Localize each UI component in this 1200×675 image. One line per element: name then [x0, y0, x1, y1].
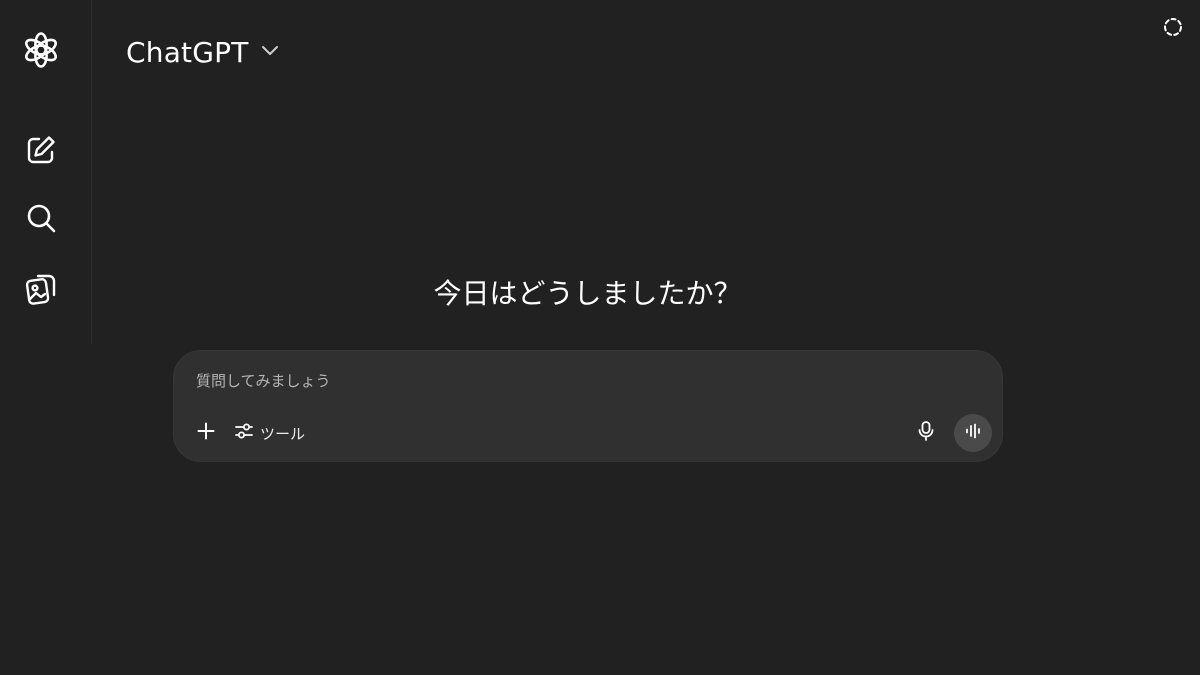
new-chat-button[interactable] — [21, 130, 61, 170]
temporary-chat-icon — [1162, 16, 1184, 42]
composer-toolbar: ツール — [190, 413, 992, 453]
chevron-down-icon — [259, 39, 281, 65]
voice-mode-button[interactable] — [954, 414, 992, 452]
openai-logo-button[interactable] — [21, 30, 61, 70]
add-attachment-button[interactable] — [190, 417, 222, 449]
openai-logo-icon — [21, 30, 61, 70]
search-button[interactable] — [21, 198, 61, 238]
temporary-chat-button[interactable] — [1160, 16, 1186, 42]
voice-waveform-icon — [964, 422, 982, 444]
new-chat-icon — [24, 133, 58, 167]
tools-button[interactable]: ツール — [226, 417, 313, 449]
plus-icon — [196, 421, 216, 445]
search-icon — [24, 201, 58, 235]
sliders-icon — [234, 421, 254, 445]
model-name: ChatGPT — [126, 35, 249, 69]
composer: ツール — [173, 350, 1003, 462]
greeting-heading: 今日はどうしましたか？ — [433, 277, 742, 310]
dictate-button[interactable] — [910, 417, 942, 449]
prompt-input[interactable] — [196, 367, 976, 395]
model-switcher[interactable]: ChatGPT — [118, 30, 289, 74]
tools-label: ツール — [260, 424, 306, 443]
app-window: ChatGPT 今日はどうしましたか？ 質問してみましょう ツール — [0, 0, 1200, 675]
microphone-icon — [916, 420, 936, 446]
